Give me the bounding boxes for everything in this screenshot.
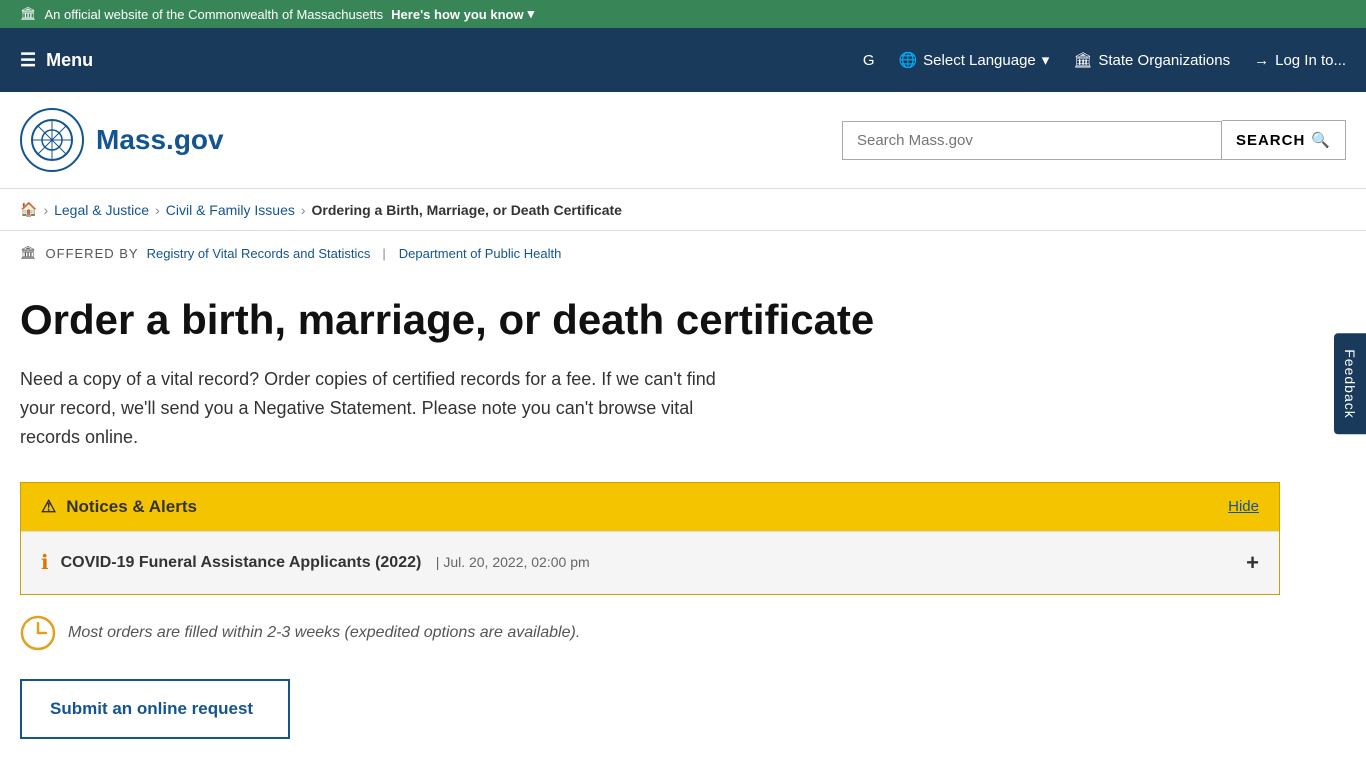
breadcrumb-sep-1: › (43, 202, 48, 218)
notice-date: | Jul. 20, 2022, 02:00 pm (436, 554, 590, 570)
google-translate-icon[interactable]: G (863, 52, 875, 69)
page-title: Order a birth, marriage, or death certif… (20, 295, 1280, 345)
chevron-down-icon: ▾ (528, 6, 535, 22)
menu-label: Menu (46, 50, 93, 71)
select-language-link[interactable]: 🌐 Select Language ▾ (898, 51, 1049, 69)
hide-notices-button[interactable]: Hide (1228, 498, 1259, 515)
breadcrumb: 🏠 › Legal & Justice › Civil & Family Iss… (0, 189, 1366, 231)
notice-item: ℹ COVID-19 Funeral Assistance Applicants… (21, 531, 1279, 594)
logo-emblem (20, 108, 84, 172)
search-button[interactable]: SEARCH 🔍 (1222, 120, 1346, 160)
site-logo[interactable]: Mass.gov (20, 108, 224, 172)
offered-by-bar: 🏛 OFFERED BY Registry of Vital Records a… (0, 231, 1366, 275)
notice-expand-button[interactable]: + (1246, 550, 1259, 576)
official-icon: 🏛 (20, 6, 37, 22)
notice-item-left: ℹ COVID-19 Funeral Assistance Applicants… (41, 550, 590, 575)
clock-icon (20, 615, 56, 651)
menu-button[interactable]: ☰ Menu (20, 50, 93, 71)
order-info: Most orders are filled within 2-3 weeks … (20, 615, 1280, 651)
breadcrumb-civil[interactable]: Civil & Family Issues (166, 202, 295, 218)
hamburger-icon: ☰ (20, 50, 36, 71)
main-nav: ☰ Menu G 🌐 Select Language ▾ 🏛 State Org… (0, 28, 1366, 92)
notices-box: ⚠ Notices & Alerts Hide ℹ COVID-19 Funer… (20, 482, 1280, 595)
feedback-tab[interactable]: Feedback (1334, 333, 1366, 434)
search-input[interactable] (842, 121, 1222, 160)
notice-title[interactable]: COVID-19 Funeral Assistance Applicants (… (61, 554, 422, 571)
breadcrumb-legal[interactable]: Legal & Justice (54, 202, 149, 218)
notice-info-icon: ℹ (41, 550, 49, 575)
offered-by-icon: 🏛 (20, 245, 38, 261)
chevron-down-icon: ▾ (1042, 51, 1050, 69)
breadcrumb-sep-2: › (155, 202, 160, 218)
registry-link[interactable]: Registry of Vital Records and Statistics (147, 246, 371, 261)
notices-header-left: ⚠ Notices & Alerts (41, 497, 197, 517)
offered-by-label: OFFERED BY (46, 246, 139, 261)
alert-triangle-icon: ⚠ (41, 497, 56, 517)
dept-public-health-link[interactable]: Department of Public Health (399, 246, 562, 261)
notices-label: Notices & Alerts (66, 497, 197, 517)
globe-icon: 🌐 (898, 51, 917, 69)
submit-online-request-button[interactable]: Submit an online request (20, 679, 290, 739)
offered-sep: | (382, 246, 386, 261)
banner-text: An official website of the Commonwealth … (45, 7, 384, 22)
heres-how-link[interactable]: Here's how you know ▾ (391, 6, 534, 22)
main-content: Order a birth, marriage, or death certif… (0, 275, 1300, 779)
logo-text: Mass.gov (96, 124, 224, 156)
mass-seal-icon (30, 118, 74, 162)
search-icon: 🔍 (1311, 131, 1331, 149)
login-link[interactable]: → Log In to... (1254, 52, 1346, 69)
login-icon: → (1254, 52, 1269, 69)
notices-header: ⚠ Notices & Alerts Hide (21, 483, 1279, 531)
top-banner: 🏛 An official website of the Commonwealt… (0, 0, 1366, 28)
order-info-text: Most orders are filled within 2-3 weeks … (68, 624, 580, 642)
page-description: Need a copy of a vital record? Order cop… (20, 365, 720, 451)
state-organizations-link[interactable]: 🏛 State Organizations (1073, 51, 1230, 69)
breadcrumb-sep-3: › (301, 202, 306, 218)
site-header: Mass.gov SEARCH 🔍 (0, 92, 1366, 189)
breadcrumb-current[interactable]: Ordering a Birth, Marriage, or Death Cer… (312, 202, 622, 218)
building-icon: 🏛 (1073, 51, 1092, 69)
nav-right: G 🌐 Select Language ▾ 🏛 State Organizati… (863, 51, 1346, 69)
breadcrumb-home[interactable]: 🏠 (20, 201, 37, 218)
search-area: SEARCH 🔍 (842, 120, 1346, 160)
